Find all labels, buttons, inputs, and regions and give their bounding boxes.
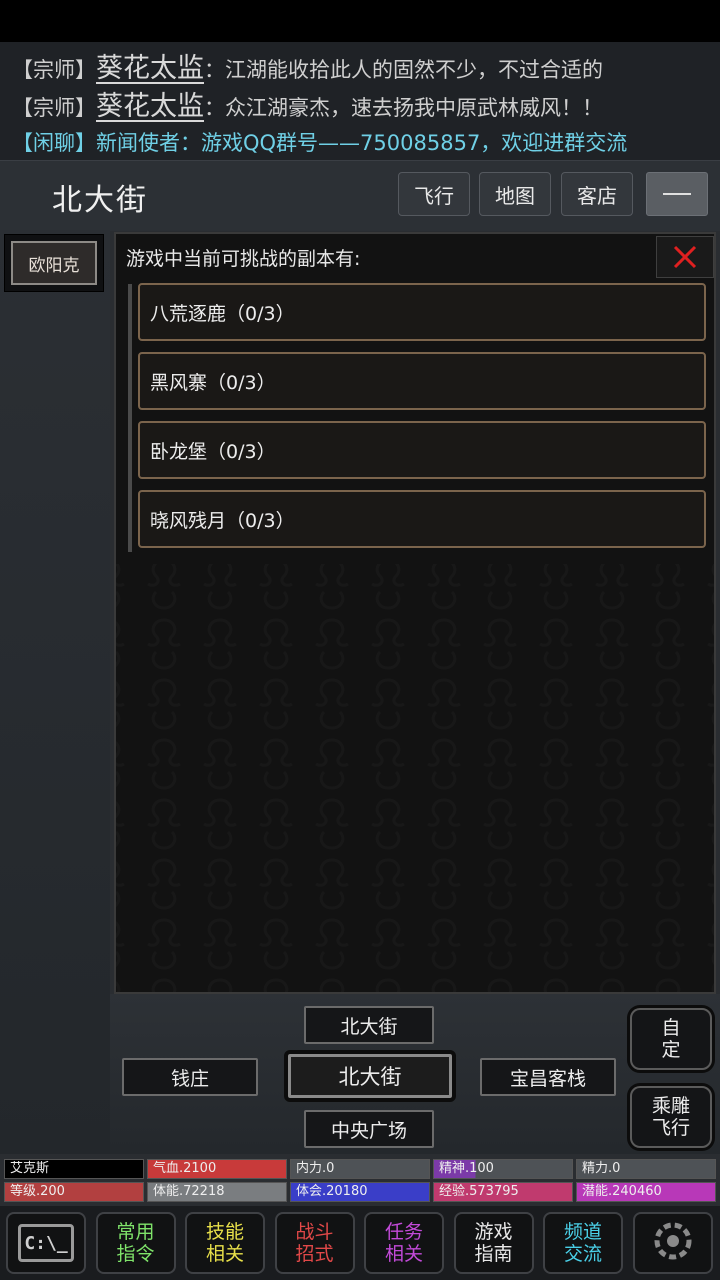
chat-line: 【宗师】葵花太监：江湖能收拾此人的固然不少，不过合适的 — [12, 54, 603, 85]
inn-button[interactable]: 客店 — [561, 172, 633, 216]
chat-channel-tag: 【宗师】 — [12, 96, 96, 120]
stats-bar: 艾克斯 气血.2100 内力.0 精神.100 精力.0 等级.200 体能.72218 体会… — [0, 1154, 720, 1204]
eagle-flight-label: 乘雕飞行 — [651, 1095, 690, 1139]
custom-button[interactable]: 自定 — [630, 1008, 712, 1070]
close-x-icon — [673, 245, 697, 269]
navigation-panel: 北大街 钱庄 北大街 宝昌客栈 中央广场 自定 乘雕飞行 — [110, 994, 720, 1154]
dungeon-item[interactable]: 晓风残月（0/3） — [138, 490, 706, 548]
settings-icon — [651, 1219, 695, 1268]
scrollbar[interactable] — [128, 284, 132, 552]
toolbar-button-4[interactable]: 任务 相关 — [364, 1212, 444, 1274]
npc-list-panel: 欧阳克 — [0, 230, 110, 1154]
dungeon-item[interactable]: 八荒逐鹿（0/3） — [138, 283, 706, 341]
minus-icon — [663, 193, 691, 195]
eagle-flight-button[interactable]: 乘雕飞行 — [630, 1086, 712, 1148]
toolbar-button-3[interactable]: 战斗 招式 — [274, 1212, 355, 1274]
background-pattern — [116, 564, 714, 992]
location-title: 北大街 — [52, 183, 148, 218]
toolbar-label: 常用 指令 — [116, 1221, 155, 1265]
exit-east-button[interactable]: 宝昌客栈 — [480, 1058, 616, 1096]
dungeon-dialog: 游戏中当前可挑战的副本有: 八荒逐鹿（0/3） 黑风寨（0/3） 卧龙堡（0/3… — [114, 232, 716, 994]
dungeon-item[interactable]: 卧龙堡（0/3） — [138, 421, 706, 479]
chat-sender-name[interactable]: 葵花太监 — [96, 53, 204, 84]
exit-west-button[interactable]: 钱庄 — [122, 1058, 258, 1096]
chat-channel-tag: 【宗师】 — [12, 58, 96, 82]
menu-button[interactable] — [646, 172, 708, 216]
dialog-title: 游戏中当前可挑战的副本有: — [126, 248, 361, 270]
console-icon: C:\_ — [18, 1224, 74, 1262]
stat-4: 精力.0 — [576, 1159, 716, 1179]
stat-1: 气血.2100 — [147, 1159, 287, 1179]
toolbar-label: 技能 相关 — [205, 1221, 244, 1265]
chat-panel[interactable]: 【宗师】葵花太监：江湖能收拾此人的固然不少，不过合适的 【宗师】葵花太监：众江湖… — [0, 42, 720, 160]
toolbar-label: 游戏 指南 — [474, 1221, 513, 1265]
custom-label: 自定 — [661, 1017, 681, 1061]
stat-5: 等级.200 — [4, 1182, 144, 1202]
toolbar-button-5[interactable]: 游戏 指南 — [453, 1212, 534, 1274]
stat-2: 内力.0 — [290, 1159, 430, 1179]
chat-message: ：游戏QQ群号——750085857，欢迎进群交流 — [180, 131, 628, 155]
exit-north-button[interactable]: 北大街 — [304, 1006, 434, 1044]
location-header: 北大街 飞行 地图 客店 — [0, 160, 720, 231]
console-button[interactable]: C:\_ — [6, 1212, 86, 1274]
toolbar-label: 战斗 招式 — [295, 1221, 334, 1265]
npc-button[interactable]: 欧阳克 — [4, 234, 104, 292]
stat-0: 艾克斯 — [4, 1159, 144, 1179]
current-location-button[interactable]: 北大街 — [284, 1050, 456, 1102]
close-button[interactable] — [656, 236, 714, 278]
chat-sender-name[interactable]: 葵花太监 — [96, 91, 204, 122]
stat-6: 体能.72218 — [147, 1182, 287, 1202]
npc-name: 欧阳克 — [11, 241, 97, 285]
toolbar-label: 频道 交流 — [563, 1221, 602, 1265]
chat-line: 【宗师】葵花太监：众江湖豪杰，速去扬我中原武林威风！！ — [12, 92, 603, 123]
map-button[interactable]: 地图 — [479, 172, 551, 216]
toolbar-button-6[interactable]: 频道 交流 — [543, 1212, 623, 1274]
status-bar — [0, 0, 720, 42]
dungeon-item[interactable]: 黑风寨（0/3） — [138, 352, 706, 410]
chat-line: 【闲聊】新闻使者：游戏QQ群号——750085857，欢迎进群交流 — [12, 128, 627, 158]
stat-7: 体会.20180 — [290, 1182, 430, 1202]
stat-8: 经验.573795 — [433, 1182, 573, 1202]
stat-3: 精神.100 — [433, 1159, 573, 1179]
settings-button[interactable] — [632, 1212, 713, 1274]
chat-message: ：江湖能收拾此人的固然不少，不过合适的 — [204, 58, 603, 82]
toolbar-button-1[interactable]: 常用 指令 — [95, 1212, 176, 1274]
toolbar-label: 任务 相关 — [384, 1221, 423, 1265]
chat-sender-name: 新闻使者 — [96, 131, 180, 155]
bottom-toolbar: C:\_ 常用 指令 技能 相关 战斗 招式 任务 相关 游戏 指南 频道 交流 — [0, 1206, 720, 1280]
stat-9: 潜能.240460 — [576, 1182, 716, 1202]
fly-button[interactable]: 飞行 — [398, 172, 470, 216]
chat-message: ：众江湖豪杰，速去扬我中原武林威风！！ — [204, 96, 603, 120]
toolbar-button-2[interactable]: 技能 相关 — [185, 1212, 265, 1274]
chat-channel-tag: 【闲聊】 — [12, 131, 96, 155]
exit-south-button[interactable]: 中央广场 — [304, 1110, 434, 1148]
